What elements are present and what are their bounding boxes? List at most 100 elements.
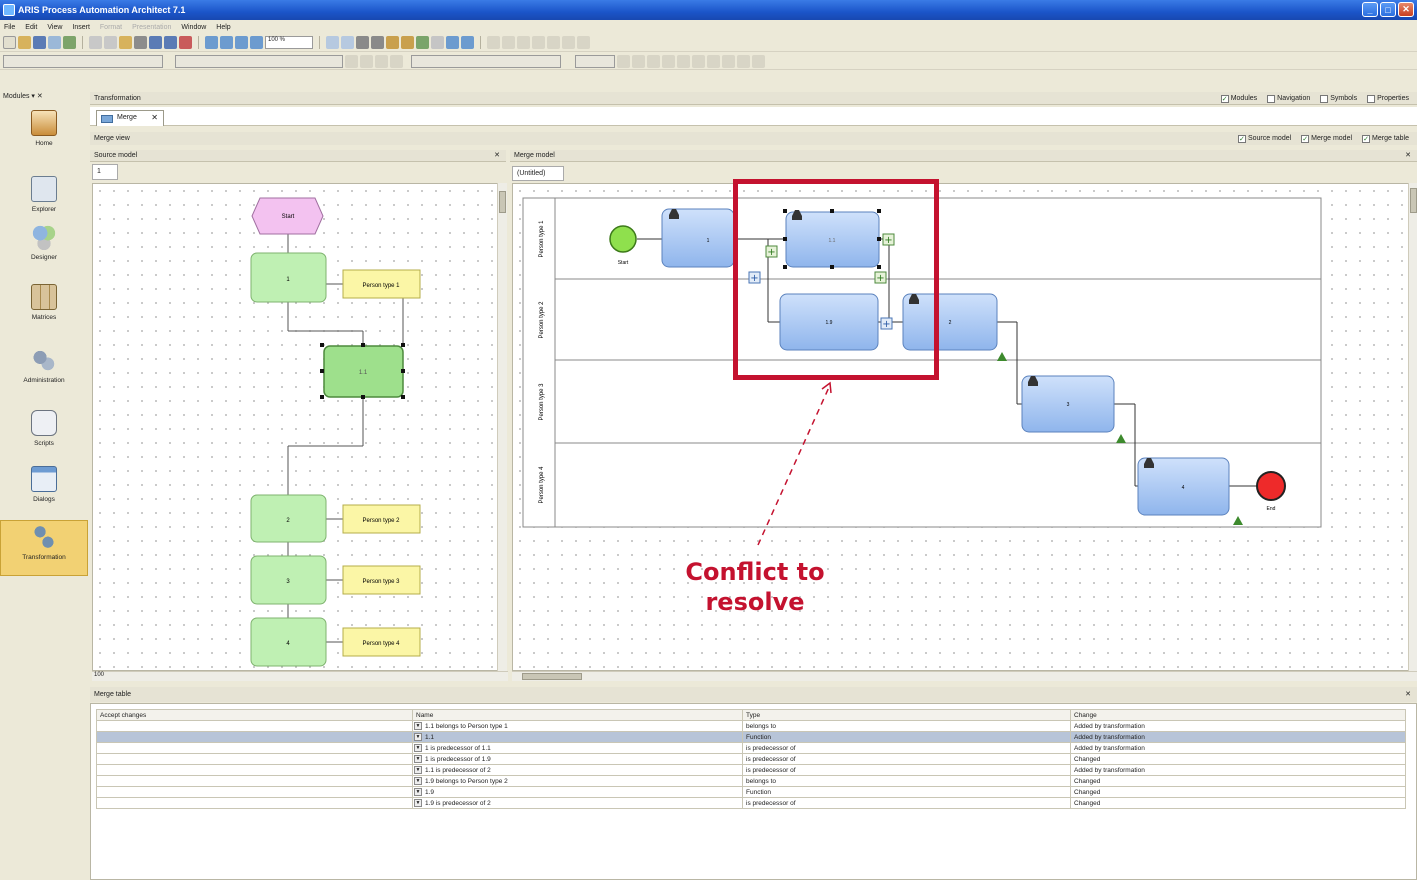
- toggle-merge-table[interactable]: ✓ Merge table: [1362, 132, 1409, 145]
- table-row[interactable]: ▼ 1.9 belongs to Person type 2 belongs to…: [96, 775, 1406, 787]
- align-center-icon[interactable]: [360, 54, 373, 68]
- numbering-icon[interactable]: [722, 54, 735, 68]
- source-model-canvas[interactable]: Start 1 Person type 1 1.1 2 Person type …: [92, 183, 498, 671]
- module-designer[interactable]: Designer: [0, 224, 88, 261]
- modules-header[interactable]: Modules ▾ ✕: [0, 92, 88, 104]
- insert-symbol-icon[interactable]: [386, 36, 399, 49]
- merge-vertical-scrollbar[interactable]: [1408, 183, 1417, 671]
- connection-icon[interactable]: [431, 36, 444, 49]
- print-icon[interactable]: [48, 36, 61, 49]
- open-icon[interactable]: [18, 36, 31, 49]
- accept-cell[interactable]: [96, 720, 413, 732]
- font-family-select[interactable]: [411, 54, 561, 68]
- accept-cell[interactable]: [96, 731, 413, 743]
- strike-icon[interactable]: [662, 54, 675, 68]
- align-left-icon[interactable]: [345, 54, 358, 68]
- expand-dropdown-icon[interactable]: ▼: [414, 799, 422, 807]
- table-row[interactable]: ▼ 1.1 belongs to Person type 1 belongs to…: [96, 720, 1406, 732]
- menu-file[interactable]: File: [4, 24, 15, 31]
- menu-view[interactable]: View: [47, 24, 62, 31]
- table-row[interactable]: ▼ 1.1 is predecessor of 2 is predecessor …: [96, 764, 1406, 776]
- model-icon[interactable]: [446, 36, 459, 49]
- properties-icon[interactable]: [63, 36, 76, 49]
- close-panel-icon[interactable]: ✕: [494, 150, 500, 162]
- close-button[interactable]: ✕: [1398, 2, 1414, 17]
- insert-object-icon[interactable]: [401, 36, 414, 49]
- col-change[interactable]: Change: [1070, 709, 1406, 721]
- module-matrices[interactable]: Matrices: [0, 284, 88, 321]
- save-icon[interactable]: [33, 36, 46, 49]
- expand-dropdown-icon[interactable]: ▼: [414, 766, 422, 774]
- navigate-forward-icon[interactable]: [220, 36, 233, 49]
- object-select[interactable]: [175, 54, 343, 68]
- bullets-icon[interactable]: [707, 54, 720, 68]
- table-row[interactable]: ▼ 1.1 Function Added by transformation: [96, 731, 1406, 743]
- source-horizontal-scrollbar[interactable]: 100: [92, 671, 508, 681]
- close-panel-icon[interactable]: ✕: [1405, 150, 1411, 162]
- format-painter-icon[interactable]: [179, 36, 192, 49]
- grid-icon[interactable]: [326, 36, 339, 49]
- merge-scroll-thumb[interactable]: [1410, 188, 1417, 213]
- expand-dropdown-icon[interactable]: ▼: [414, 755, 422, 763]
- new-icon[interactable]: [3, 36, 16, 49]
- merge-model-canvas[interactable]: Person type 1 Person type 2 Person type …: [512, 183, 1409, 671]
- toggle-navigation[interactable]: Navigation: [1267, 92, 1310, 105]
- table-row[interactable]: ▼ 1.9 is predecessor of 2 is predecessor …: [96, 797, 1406, 809]
- zoom-select[interactable]: 100 %: [265, 36, 313, 49]
- expand-dropdown-icon[interactable]: ▼: [414, 744, 422, 752]
- zoom-out-icon[interactable]: [250, 36, 263, 49]
- accept-cell[interactable]: [96, 764, 413, 776]
- expand-dropdown-icon[interactable]: ▼: [414, 777, 422, 785]
- maximize-button[interactable]: □: [1380, 2, 1396, 17]
- toggle-source-model[interactable]: ✓ Source model: [1237, 132, 1291, 145]
- bold-icon[interactable]: [617, 54, 630, 68]
- source-vertical-scrollbar[interactable]: [497, 183, 507, 671]
- table-row[interactable]: ▼ 1 is predecessor of 1.1 is predecessor …: [96, 742, 1406, 754]
- expand-dropdown-icon[interactable]: ▼: [414, 788, 422, 796]
- module-administration[interactable]: Administration: [0, 347, 88, 384]
- font-color-icon[interactable]: [677, 54, 690, 68]
- align-right-icon[interactable]: [375, 54, 388, 68]
- menu-format[interactable]: Format: [100, 24, 122, 31]
- accept-cell[interactable]: [96, 786, 413, 798]
- zoom-in-icon[interactable]: [235, 36, 248, 49]
- expand-dropdown-icon[interactable]: ▼: [414, 733, 422, 741]
- accept-cell[interactable]: [96, 753, 413, 765]
- merge-model-tab[interactable]: (Untitled): [512, 166, 564, 181]
- bpmn-end-event[interactable]: [1256, 471, 1286, 501]
- accept-cell[interactable]: [96, 742, 413, 754]
- cut-icon[interactable]: [89, 36, 102, 49]
- merge-horizontal-scrollbar[interactable]: [512, 671, 1417, 681]
- toggle-modules[interactable]: ✓ Modules: [1220, 92, 1257, 105]
- module-home[interactable]: Home: [0, 110, 88, 147]
- toggle-symbols[interactable]: Symbols: [1320, 92, 1357, 105]
- navigate-back-icon[interactable]: [205, 36, 218, 49]
- italic-icon[interactable]: [632, 54, 645, 68]
- bpmn-start-event[interactable]: [609, 225, 637, 253]
- menu-presentation[interactable]: Presentation: [132, 24, 171, 31]
- toggle-properties[interactable]: Properties: [1367, 92, 1409, 105]
- model-link-icon[interactable]: [461, 36, 474, 49]
- module-dialogs[interactable]: Dialogs: [0, 466, 88, 503]
- module-transformation[interactable]: Transformation: [0, 520, 88, 576]
- module-explorer[interactable]: Explorer: [0, 176, 88, 213]
- table-row[interactable]: ▼ 1 is predecessor of 1.9 is predecessor …: [96, 753, 1406, 765]
- distribute-icon[interactable]: [371, 36, 384, 49]
- attribute-select[interactable]: [3, 54, 163, 68]
- col-accept-changes[interactable]: Accept changes: [96, 709, 413, 721]
- merge-hscroll-thumb[interactable]: [522, 673, 582, 680]
- undo-icon[interactable]: [149, 36, 162, 49]
- accept-cell[interactable]: [96, 775, 413, 787]
- menu-window[interactable]: Window: [181, 24, 206, 31]
- menu-help[interactable]: Help: [216, 24, 230, 31]
- outdent-icon[interactable]: [752, 54, 765, 68]
- delete-icon[interactable]: [134, 36, 147, 49]
- copy-icon[interactable]: [104, 36, 117, 49]
- minimize-button[interactable]: _: [1362, 2, 1378, 17]
- expand-dropdown-icon[interactable]: ▼: [414, 722, 422, 730]
- layout-icon[interactable]: [341, 36, 354, 49]
- source-model-tab[interactable]: 1: [92, 164, 118, 180]
- align-justify-icon[interactable]: [390, 54, 403, 68]
- module-scripts[interactable]: Scripts: [0, 410, 88, 447]
- font-size-select[interactable]: [575, 54, 615, 68]
